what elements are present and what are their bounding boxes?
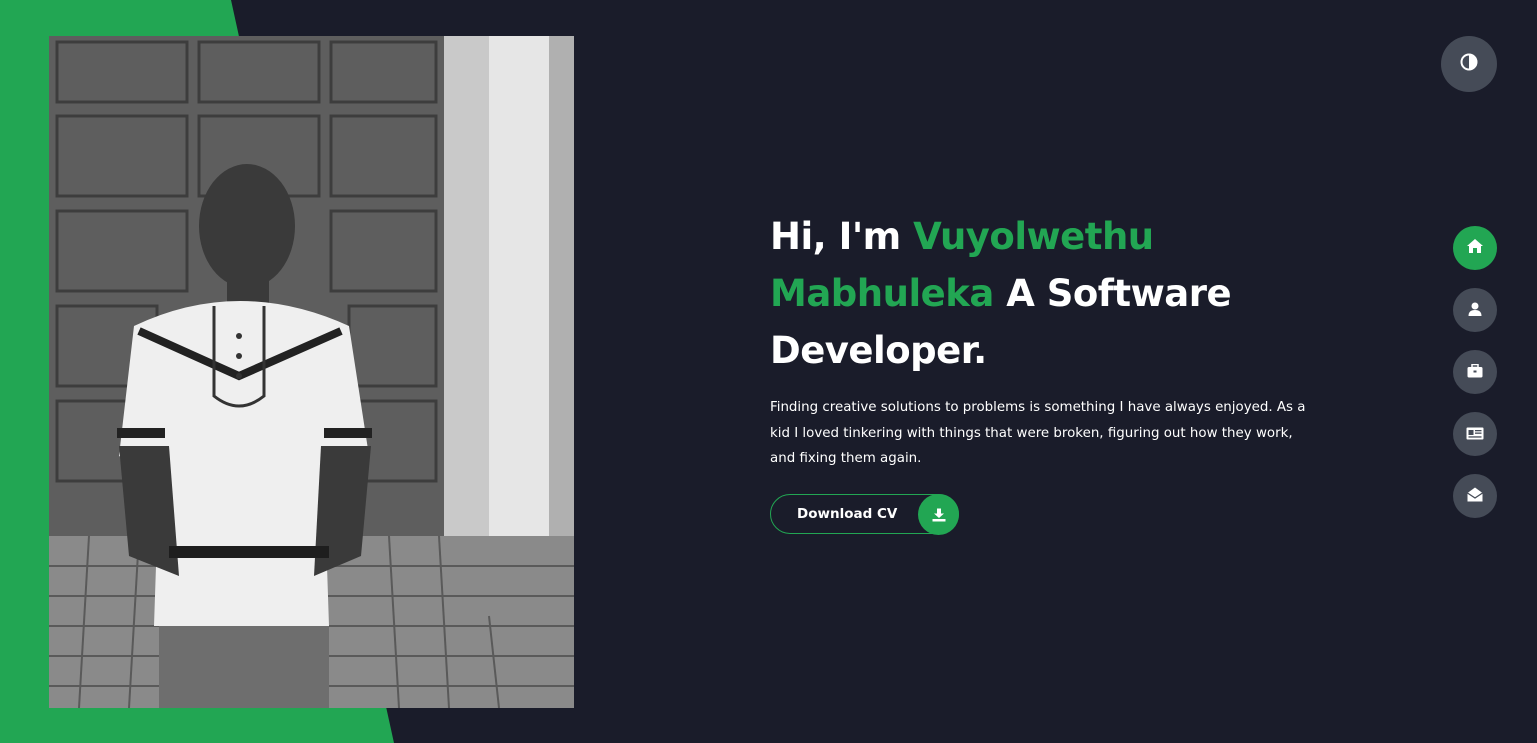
download-icon bbox=[918, 494, 959, 535]
download-cv-label: Download CV bbox=[797, 506, 898, 522]
nav-blog-button[interactable] bbox=[1453, 412, 1497, 456]
nav-portfolio-button[interactable] bbox=[1453, 350, 1497, 394]
nav-about-button[interactable] bbox=[1453, 288, 1497, 332]
nav-home-button[interactable] bbox=[1453, 226, 1497, 270]
download-cv-button[interactable]: Download CV bbox=[770, 494, 959, 535]
briefcase-icon bbox=[1467, 363, 1483, 382]
nav-contact-button[interactable] bbox=[1453, 474, 1497, 518]
theme-toggle-button[interactable] bbox=[1441, 36, 1497, 92]
greeting-text: Hi, I'm bbox=[770, 215, 901, 258]
envelope-open-icon bbox=[1467, 487, 1483, 506]
id-card-icon bbox=[1466, 425, 1484, 444]
user-icon bbox=[1468, 301, 1482, 320]
profile-photo bbox=[49, 36, 574, 708]
hero-section: Hi, I'm Vuyolwethu Mabhuleka A Software … bbox=[770, 208, 1330, 535]
home-icon bbox=[1466, 238, 1484, 258]
hero-description: Finding creative solutions to problems i… bbox=[770, 400, 1306, 466]
contrast-icon bbox=[1460, 53, 1478, 75]
hero-page: Hi, I'm Vuyolwethu Mabhuleka A Software … bbox=[0, 0, 1537, 743]
hero-heading: Hi, I'm Vuyolwethu Mabhuleka A Software … bbox=[770, 208, 1330, 379]
